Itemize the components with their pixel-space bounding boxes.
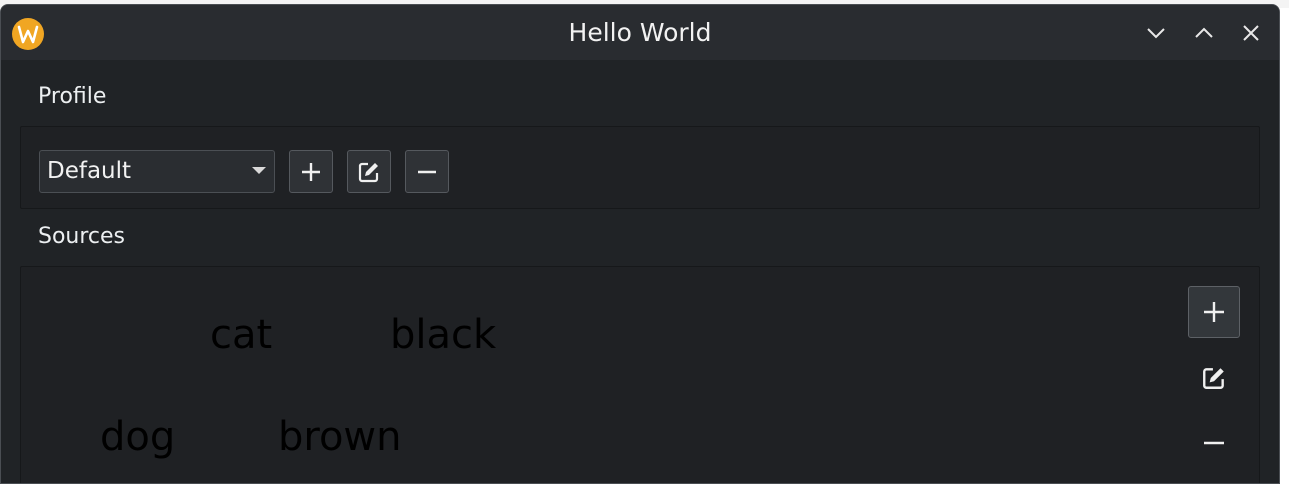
source-color: black [390,312,497,358]
window-title: Hello World [568,18,712,47]
plus-icon [302,162,320,181]
sources-frame [20,266,1260,483]
add-profile-button[interactable] [289,150,333,193]
close-icon [1243,25,1259,41]
chevron-up-icon [1195,27,1213,38]
remove-profile-button[interactable] [405,150,449,193]
profile-select[interactable]: Default [39,150,275,193]
dropdown-arrow-icon [252,167,266,174]
plus-icon [1204,302,1224,322]
chevron-down-icon [1147,28,1165,39]
minus-icon [418,170,436,173]
maximize-button[interactable] [1188,17,1220,49]
minus-icon [1204,441,1224,445]
source-name: cat [210,312,273,358]
edit-icon [358,162,379,182]
profile-label: Profile [38,84,107,109]
edit-profile-button[interactable] [347,150,391,193]
sources-label: Sources [38,224,126,249]
app-window: Hello World Profile Default Sources cat … [0,4,1280,484]
profile-select-value: Default [47,158,132,184]
edit-icon [1203,368,1224,389]
edit-source-button[interactable] [1188,352,1240,404]
add-source-button[interactable] [1188,286,1240,338]
close-button[interactable] [1235,17,1267,49]
minimize-button[interactable] [1140,17,1172,49]
source-name: dog [100,414,176,460]
title-bar[interactable]: Hello World [1,5,1279,60]
source-color: brown [278,414,402,460]
remove-source-button[interactable] [1188,417,1240,469]
